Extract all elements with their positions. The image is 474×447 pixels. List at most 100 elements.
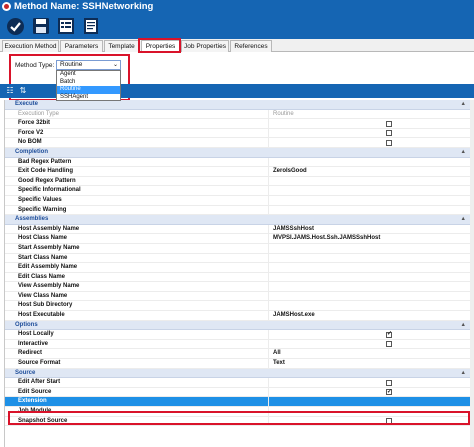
category-execute[interactable]: Execute ▲ — [5, 100, 470, 110]
property-row-extension[interactable]: Extension — [5, 397, 470, 407]
property-row-host-sub-directory[interactable]: Host Sub Directory — [5, 301, 470, 312]
property-row-edit-after-start[interactable]: Edit After Start — [5, 378, 470, 388]
tab-label: Parameters — [64, 43, 99, 50]
window-title: Method Name: SSHNetworking — [14, 1, 154, 12]
categorized-view-icon[interactable]: ☷ — [5, 86, 15, 96]
save-check-icon[interactable] — [5, 16, 26, 37]
tab-highlight-box — [138, 38, 181, 53]
property-value[interactable] — [269, 273, 470, 282]
checkbox[interactable] — [386, 130, 392, 137]
property-value[interactable] — [269, 158, 470, 167]
collapse-icon[interactable]: ▲ — [461, 100, 466, 110]
alphabetical-sort-icon[interactable]: ⇅ — [18, 86, 28, 96]
property-row-force-v2[interactable]: Force V2 — [5, 128, 470, 139]
property-value[interactable] — [269, 292, 470, 301]
tab-label: Template — [108, 43, 135, 50]
property-name: Extension — [5, 397, 269, 406]
property-row-execution-type[interactable]: Execution Type Routine — [5, 109, 470, 120]
category-options[interactable]: Options ▲ — [5, 320, 470, 331]
property-value[interactable]: Routine — [269, 110, 470, 119]
checkbox[interactable] — [386, 139, 392, 146]
property-value[interactable] — [269, 186, 470, 195]
property-row-start-assembly-name[interactable]: Start Assembly Name — [5, 243, 470, 254]
collapse-icon[interactable]: ▲ — [461, 369, 466, 379]
tab-template[interactable]: Template — [104, 40, 139, 52]
tab-execution-method[interactable]: Execution Method — [2, 40, 59, 52]
property-row-source-format[interactable]: Source Format Text — [5, 359, 470, 369]
checkbox[interactable] — [386, 120, 392, 127]
property-name: Edit Assembly Name — [5, 263, 269, 272]
property-value[interactable]: MVPSI.JAMS.Host.Ssh.JAMSSshHost — [269, 234, 470, 243]
property-row-view-class-name[interactable]: View Class Name — [5, 291, 470, 302]
property-name: Host Assembly Name — [5, 224, 269, 234]
category-source[interactable]: Source ▲ — [5, 368, 470, 379]
collapse-icon[interactable]: ▲ — [461, 148, 466, 158]
property-row-specific-warning[interactable]: Specific Warning — [5, 205, 470, 216]
property-value[interactable] — [269, 263, 470, 272]
property-value[interactable]: JAMSSshHost — [269, 225, 470, 234]
property-value-cell — [269, 388, 470, 396]
property-value[interactable] — [269, 301, 470, 310]
property-row-no-bom[interactable]: No BOM — [5, 138, 470, 148]
property-row-edit-source[interactable]: Edit Source — [5, 387, 470, 398]
property-row-host-locally[interactable]: Host Locally — [5, 330, 470, 340]
properties-icon[interactable] — [55, 16, 76, 37]
tab-references[interactable]: References — [230, 40, 272, 52]
property-name: Host Executable — [5, 311, 269, 320]
category-assemblies[interactable]: Assemblies ▲ — [5, 215, 470, 225]
property-name: View Class Name — [5, 291, 269, 301]
property-row-specific-informational[interactable]: Specific Informational — [5, 186, 470, 196]
property-row-bad-regex-pattern[interactable]: Bad Regex Pattern — [5, 157, 470, 168]
property-row-force-32bit[interactable]: Force 32bit — [5, 119, 470, 129]
property-value[interactable]: ZeroIsGood — [269, 167, 470, 176]
dropdown-option-agent[interactable]: Agent — [57, 71, 120, 79]
tab-label: References — [234, 43, 268, 50]
property-value[interactable]: All — [269, 349, 470, 358]
property-value-cell — [269, 340, 470, 349]
property-grid: Execute ▲ Execution Type Routine Force 32bit… — [4, 100, 470, 447]
text-editor-icon[interactable] — [80, 16, 101, 37]
checkbox[interactable] — [386, 379, 392, 386]
checkbox-checked[interactable] — [386, 388, 392, 396]
property-row-view-assembly-name[interactable]: View Assembly Name — [5, 282, 470, 292]
property-row-interactive[interactable]: Interactive — [5, 339, 470, 350]
property-row-redirect[interactable]: Redirect All — [5, 349, 470, 360]
property-row-start-class-name[interactable]: Start Class Name — [5, 253, 470, 264]
property-row-edit-assembly-name[interactable]: Edit Assembly Name — [5, 263, 470, 273]
collapse-icon[interactable]: ▲ — [461, 215, 466, 225]
property-row-host-assembly-name[interactable]: Host Assembly Name JAMSSshHost — [5, 224, 470, 235]
property-row-good-regex-pattern[interactable]: Good Regex Pattern — [5, 176, 470, 187]
dropdown-option-batch[interactable]: Batch — [57, 79, 120, 87]
dropdown-option-routine[interactable]: Routine — [57, 86, 120, 94]
property-name: Execution Type — [5, 109, 269, 119]
save-icon[interactable] — [30, 16, 51, 37]
tab-parameters[interactable]: Parameters — [60, 40, 103, 52]
property-row-exit-code-handling[interactable]: Exit Code Handling ZeroIsGood — [5, 167, 470, 177]
checkbox[interactable] — [386, 341, 392, 348]
property-row-edit-class-name[interactable]: Edit Class Name — [5, 272, 470, 283]
dropdown-option-sshagent[interactable]: SSHAgent — [57, 94, 120, 102]
category-title: Completion — [15, 148, 48, 155]
property-value[interactable] — [269, 206, 470, 215]
property-row-host-class-name[interactable]: Host Class Name MVPSI.JAMS.Host.Ssh.JAMSS… — [5, 234, 470, 244]
collapse-icon[interactable]: ▲ — [461, 321, 466, 331]
property-value[interactable] — [269, 254, 470, 263]
tab-job-properties[interactable]: Job Properties — [181, 40, 229, 52]
vertical-scrollbar[interactable] — [470, 100, 474, 447]
property-value[interactable] — [269, 282, 470, 291]
checkbox-checked[interactable] — [386, 330, 392, 339]
property-name: Bad Regex Pattern — [5, 157, 269, 167]
property-row-specific-values[interactable]: Specific Values — [5, 195, 470, 206]
property-name: Good Regex Pattern — [5, 176, 269, 186]
property-row-host-executable[interactable]: Host Executable JAMSHost.exe — [5, 311, 470, 321]
property-value[interactable] — [269, 177, 470, 186]
category-completion[interactable]: Completion ▲ — [5, 147, 470, 158]
property-name: Redirect — [5, 349, 269, 359]
property-value[interactable] — [269, 397, 470, 406]
property-value[interactable] — [269, 244, 470, 253]
property-value[interactable]: Text — [269, 359, 470, 368]
category-title: Options — [15, 321, 38, 328]
property-value[interactable] — [269, 196, 470, 205]
app-logo-icon — [2, 2, 11, 11]
property-value[interactable]: JAMSHost.exe — [269, 311, 470, 320]
